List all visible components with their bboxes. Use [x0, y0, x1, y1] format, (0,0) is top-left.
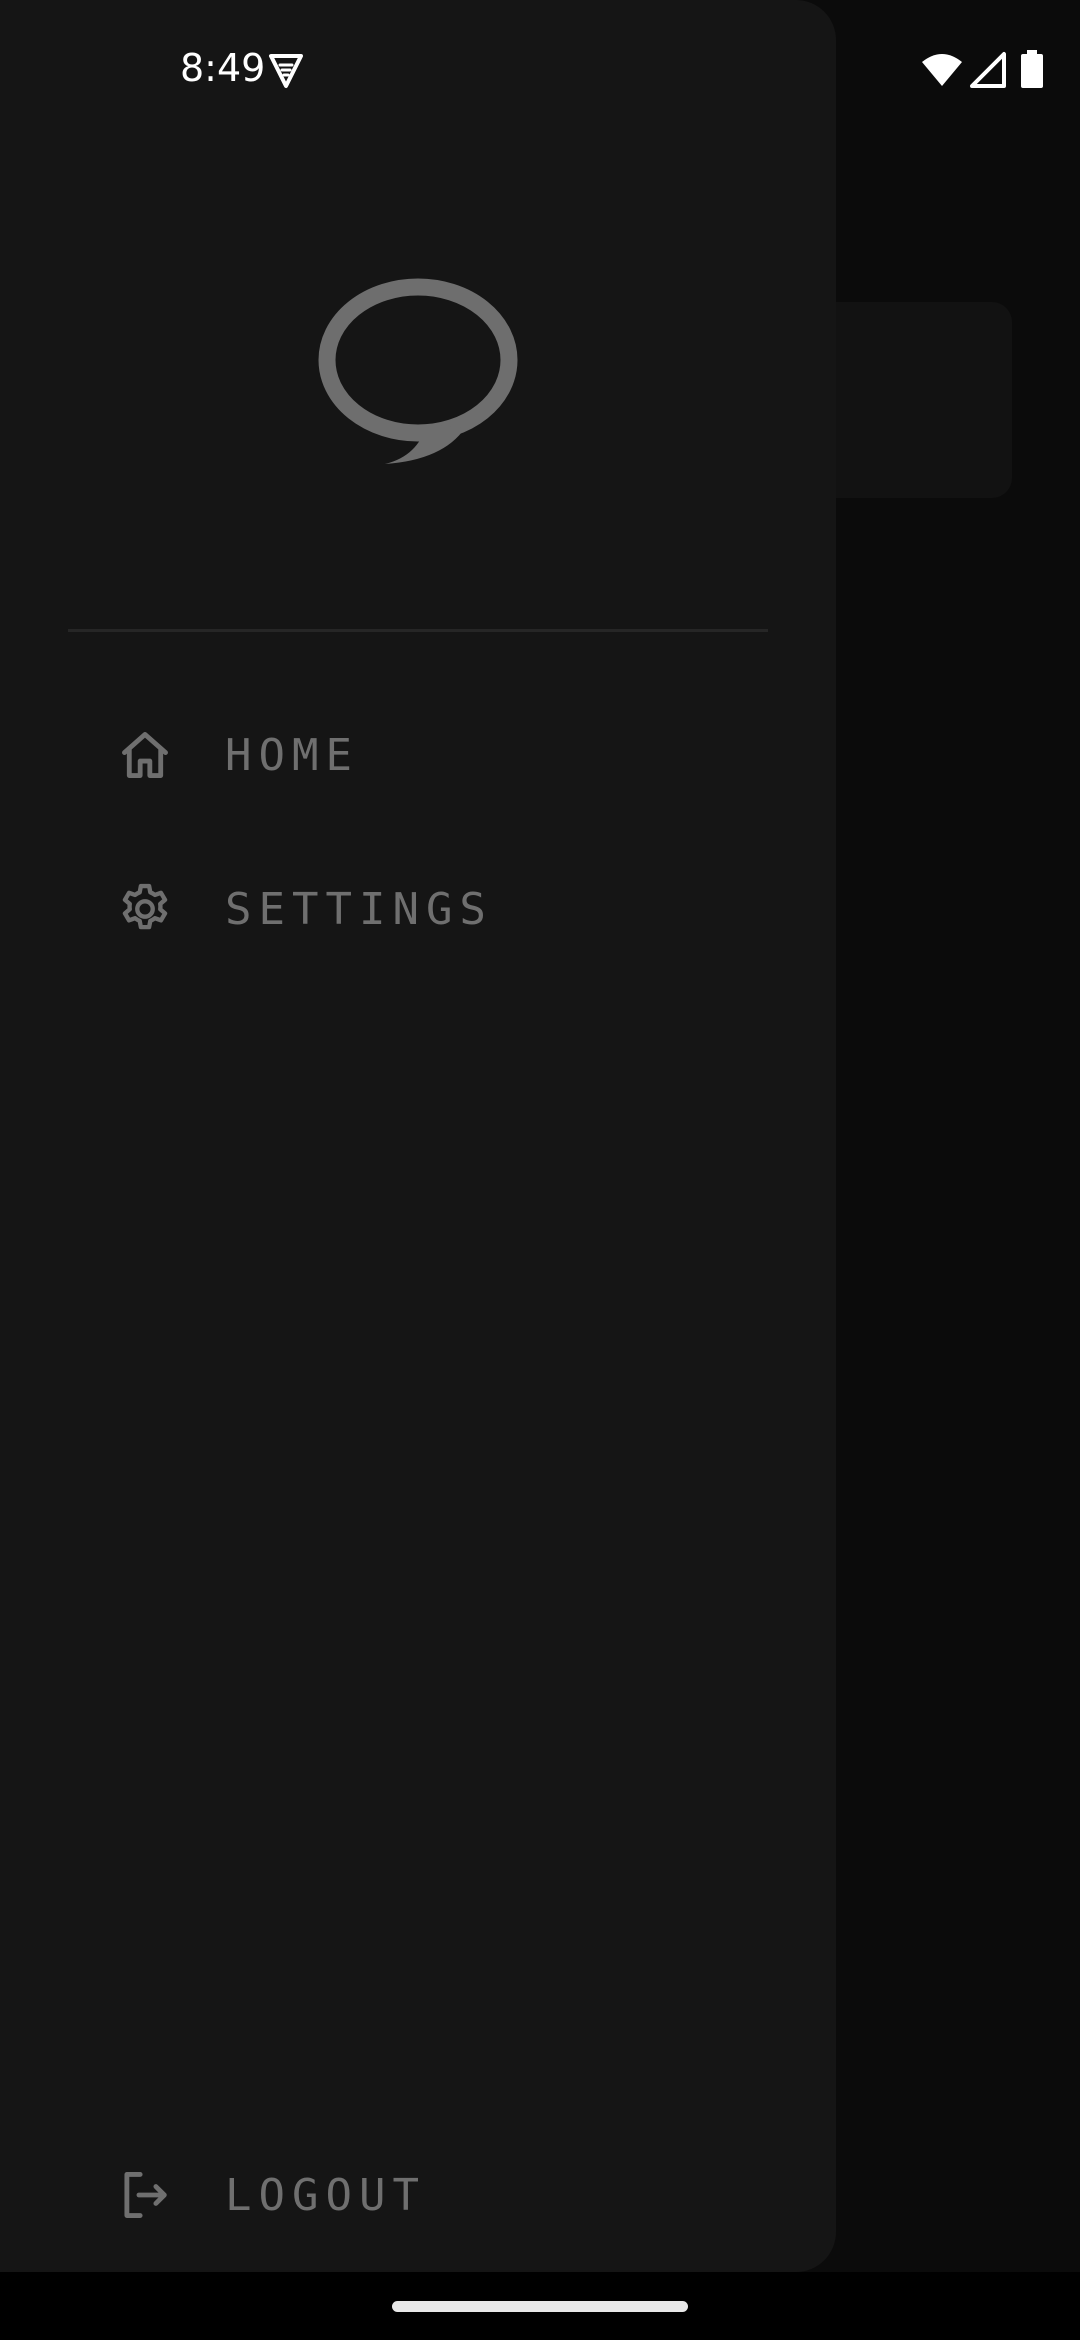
gear-icon [116, 880, 174, 938]
logout-button[interactable]: LOGOUT [0, 2140, 836, 2250]
cell-signal-icon [970, 52, 1006, 88]
drawer-divider [68, 629, 768, 632]
status-time: 8:49 [180, 46, 266, 90]
screen: HOME SETTINGS LOGOUT 8:49 [0, 0, 1080, 2340]
wifi-icon [922, 54, 962, 86]
nav-item-label: HOME [225, 729, 359, 781]
nav-item-settings[interactable]: SETTINGS [0, 854, 836, 964]
logout-icon [116, 2166, 174, 2224]
navigation-drawer: HOME SETTINGS LOGOUT [0, 0, 836, 2272]
home-icon [116, 726, 174, 784]
gesture-home-handle[interactable] [392, 2301, 688, 2312]
speech-bubble-logo-icon [318, 278, 518, 464]
nav-item-label: SETTINGS [225, 883, 493, 935]
vpn-key-icon [269, 54, 303, 88]
status-icons [920, 50, 1080, 90]
nav-item-home[interactable]: HOME [0, 700, 836, 810]
logout-label: LOGOUT [225, 2169, 426, 2221]
battery-icon [1021, 50, 1043, 88]
